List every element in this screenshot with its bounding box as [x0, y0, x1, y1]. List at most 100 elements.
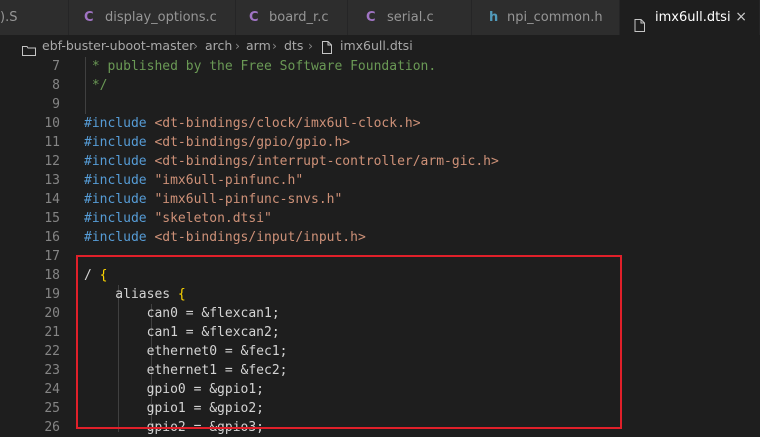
code-line[interactable]: 24 gpio0 = &gpio1;	[0, 380, 760, 399]
breadcrumb-item[interactable]: dts	[284, 35, 303, 57]
line-number: 8	[52, 78, 60, 93]
code-token-text: can1 = &flexcan2;	[84, 325, 280, 340]
code-text: #include <dt-bindings/interrupt-controll…	[84, 152, 499, 171]
code-text: * published by the Free Software Foundat…	[84, 57, 436, 76]
code-text: #include <dt-bindings/clock/imx6ul-clock…	[84, 114, 421, 133]
code-token-comment: * published by the Free Software Foundat…	[84, 59, 437, 74]
tab-imx6ull-dtsi[interactable]: imx6ull.dtsi ×	[620, 0, 760, 35]
c-file-icon: C	[84, 10, 94, 25]
code-token-string: "skeleton.dtsi"	[154, 211, 272, 226]
tab-label: imx6ull.dtsi	[655, 10, 731, 25]
code-editor[interactable]: 7 * published by the Free Software Found…	[0, 57, 760, 435]
code-line[interactable]: 13 #include "imx6ull-pinfunc.h"	[0, 171, 760, 190]
line-number: 24	[44, 382, 60, 397]
code-text: aliases {	[84, 285, 186, 304]
line-number: 7	[52, 59, 60, 74]
code-line[interactable]: 17	[0, 247, 760, 266]
chevron-right-icon: ›	[272, 38, 277, 53]
code-text: ethernet0 = &fec1;	[84, 342, 288, 361]
code-token-bracket: {	[99, 268, 108, 283]
tab-label: display_options.c	[105, 10, 217, 25]
code-line[interactable]: 12 #include <dt-bindings/interrupt-contro…	[0, 152, 760, 171]
breadcrumb-item[interactable]: ebf-buster-uboot-master	[42, 35, 194, 57]
code-token-text: gpio1 = &gpio2;	[84, 401, 265, 416]
code-token-string: <dt-bindings/clock/imx6ul-clock.h>	[154, 116, 421, 131]
code-line[interactable]: 15 #include "skeleton.dtsi"	[0, 209, 760, 228]
code-line[interactable]: 19 aliases {	[0, 285, 760, 304]
code-token-text: gpio2 = &gpio3;	[84, 420, 265, 435]
breadcrumb-item[interactable]: arm	[246, 35, 271, 57]
code-line[interactable]: 22 ethernet0 = &fec1;	[0, 342, 760, 361]
code-line[interactable]: 14 #include "imx6ull-pinfunc-snvs.h"	[0, 190, 760, 209]
code-token-text: can0 = &flexcan1;	[84, 306, 280, 321]
line-number: 12	[44, 154, 60, 169]
code-text: gpio0 = &gpio1;	[84, 380, 264, 399]
line-number: 11	[44, 135, 60, 150]
line-number: 15	[44, 211, 60, 226]
tab-start-s[interactable]: ).S	[0, 0, 69, 35]
code-text: gpio2 = &gpio3;	[84, 418, 264, 437]
code-line[interactable]: 18 / {	[0, 266, 760, 285]
code-token-keyword: #include	[84, 173, 155, 188]
breadcrumb-item[interactable]: arch	[205, 35, 232, 57]
code-line[interactable]: 7 * published by the Free Software Found…	[0, 57, 760, 76]
code-line[interactable]: 8 */	[0, 76, 760, 95]
tab-label: npi_common.h	[507, 10, 603, 25]
code-token-keyword: #include	[84, 230, 155, 245]
code-text: / {	[84, 266, 107, 285]
code-text: #include <dt-bindings/gpio/gpio.h>	[84, 133, 350, 152]
code-token-string: <dt-bindings/interrupt-controller/arm-gi…	[154, 154, 499, 169]
code-token-string: "imx6ull-pinfunc-snvs.h"	[154, 192, 343, 207]
line-number: 25	[44, 401, 60, 416]
tab-bar: ).S C display_options.c C board_r.c C se…	[0, 0, 760, 35]
c-file-icon: C	[249, 10, 259, 25]
h-file-icon: h	[489, 10, 499, 25]
code-line[interactable]: 9	[0, 95, 760, 114]
code-text: */	[84, 76, 108, 95]
code-token-keyword: #include	[84, 192, 155, 207]
code-token-keyword: #include	[84, 116, 155, 131]
code-token-keyword: #include	[84, 154, 155, 169]
code-line[interactable]: 26 gpio2 = &gpio3;	[0, 418, 760, 437]
code-text: #include "imx6ull-pinfunc.h"	[84, 171, 303, 190]
code-token-text: gpio0 = &gpio1;	[84, 382, 265, 397]
tab-serial-c[interactable]: C serial.c	[348, 0, 472, 35]
tab-label: ).S	[0, 10, 18, 25]
code-line[interactable]: 21 can1 = &flexcan2;	[0, 323, 760, 342]
line-number: 23	[44, 363, 60, 378]
c-file-icon: C	[366, 10, 376, 25]
breadcrumb: ebf-buster-uboot-master › arch › arm › d…	[0, 35, 760, 57]
code-line[interactable]: 25 gpio1 = &gpio2;	[0, 399, 760, 418]
code-token-keyword: #include	[84, 211, 155, 226]
file-icon	[634, 11, 645, 35]
code-token-text: aliases	[84, 287, 178, 302]
line-number: 26	[44, 420, 60, 435]
line-number: 19	[44, 287, 60, 302]
tab-npi-common-h[interactable]: h npi_common.h	[472, 0, 620, 35]
tab-label: board_r.c	[269, 10, 329, 25]
code-line[interactable]: 16 #include <dt-bindings/input/input.h>	[0, 228, 760, 247]
code-line[interactable]: 11 #include <dt-bindings/gpio/gpio.h>	[0, 133, 760, 152]
code-text: #include <dt-bindings/input/input.h>	[84, 228, 366, 247]
tab-board-r-c[interactable]: C board_r.c	[236, 0, 348, 35]
line-number: 22	[44, 344, 60, 359]
code-line[interactable]: 23 ethernet1 = &fec2;	[0, 361, 760, 380]
code-line[interactable]: 20 can0 = &flexcan1;	[0, 304, 760, 323]
tab-display-options-c[interactable]: C display_options.c	[69, 0, 236, 35]
tab-label: serial.c	[387, 10, 434, 25]
breadcrumb-item[interactable]: imx6ull.dtsi	[340, 35, 413, 57]
code-token-bracket: {	[177, 287, 186, 302]
code-text: ethernet1 = &fec2;	[84, 361, 288, 380]
line-number: 14	[44, 192, 60, 207]
code-text: can1 = &flexcan2;	[84, 323, 280, 342]
code-token-string: "imx6ull-pinfunc.h"	[154, 173, 304, 188]
code-line[interactable]: 10 #include <dt-bindings/clock/imx6ul-clo…	[0, 114, 760, 133]
code-token-string: <dt-bindings/input/input.h>	[154, 230, 366, 245]
code-token-string: <dt-bindings/gpio/gpio.h>	[154, 135, 351, 150]
code-token-text: ethernet0 = &fec1;	[84, 344, 288, 359]
code-text: #include "skeleton.dtsi"	[84, 209, 272, 228]
chevron-right-icon: ›	[193, 38, 198, 53]
line-number: 18	[44, 268, 60, 283]
close-icon[interactable]: ×	[735, 0, 747, 35]
chevron-right-icon: ›	[308, 38, 313, 53]
